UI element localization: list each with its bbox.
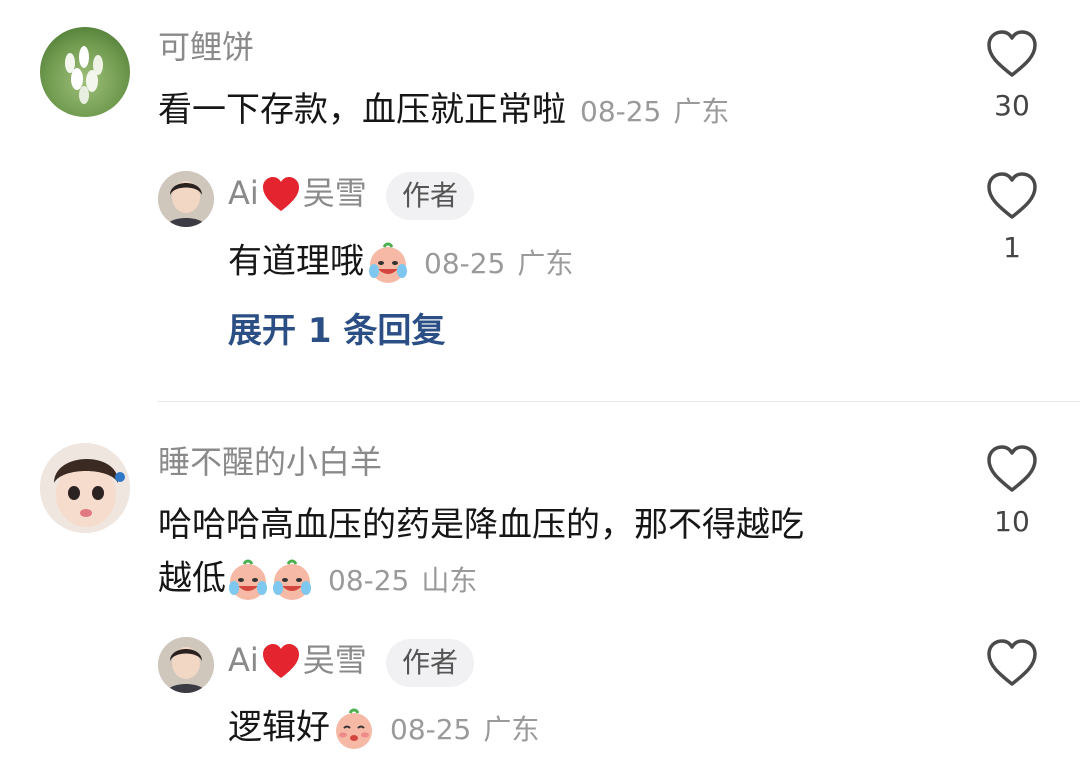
author-avatar[interactable] [158,171,214,227]
flower-avatar-image [65,46,103,104]
reply-text: 有道理哦 08-25 广东 [228,241,573,285]
author-badge: 作者 [386,639,475,687]
red-heart-icon [262,644,299,678]
reply-text: 逻辑好 08-25 广东 [228,707,539,751]
reply-like-button[interactable] [984,170,1040,222]
author-name-prefix: Ai [228,174,259,212]
heart-outline-icon [987,30,1037,77]
comment-text: 看一下存款，血压就正常啦 08-25 广东 [158,93,729,127]
reply-like-count: 1 [1003,231,1021,264]
comment-body: 看一下存款，血压就正常啦 [158,90,566,130]
shy-blush-emoji-icon [336,708,372,749]
comment-divider [158,401,1080,402]
reply-location: 广东 [517,246,574,280]
expand-replies-link[interactable]: 展开 1 条回复 [228,314,445,348]
like-button[interactable] [984,443,1040,495]
crying-laugh-emoji-icon [369,242,407,283]
commenter-name[interactable]: 睡不醒的小白羊 [158,446,382,478]
comment-date: 08-25 [580,95,662,128]
author-name-suffix: 吴雪 [302,641,367,679]
crying-laugh-emoji-icon [273,559,311,600]
person-avatar-image [158,171,214,227]
reply-body: 逻辑好 [228,707,330,748]
comment-text-line-2: 越低 08-25 山东 [158,558,477,602]
heart-outline-icon [987,172,1037,219]
like-button[interactable] [984,28,1040,80]
commenter-avatar[interactable] [40,443,130,533]
comment-body-line-2: 越低 [158,558,226,599]
author-name-prefix: Ai [228,641,259,679]
reply-location: 广东 [483,712,540,746]
child-avatar-image [40,443,130,533]
comment-date: 08-25 [328,563,410,597]
person-avatar-image [158,637,214,693]
reply-date: 08-25 [390,712,472,746]
author-name[interactable]: Ai 吴雪 [228,643,367,681]
crying-laugh-emoji-icon [229,559,267,600]
commenter-name[interactable]: 可鲤饼 [158,31,254,63]
heart-outline-icon [987,639,1037,686]
like-count: 30 [994,89,1030,122]
reply-body: 有道理哦 [228,241,364,282]
like-count: 10 [994,505,1030,538]
heart-outline-icon [987,445,1037,492]
author-badge: 作者 [386,172,475,220]
reply-date: 08-25 [424,246,506,280]
comment-text-line-1: 哈哈哈高血压的药是降血压的，那不得越吃 [158,505,804,545]
author-avatar[interactable] [158,637,214,693]
reply-like-button[interactable] [984,637,1040,689]
author-name-suffix: 吴雪 [302,174,367,212]
commenter-avatar[interactable] [40,27,130,117]
red-heart-icon [262,177,299,211]
comment-location: 山东 [421,563,478,597]
author-name[interactable]: Ai 吴雪 [228,176,367,214]
comment-location: 广东 [673,95,730,128]
